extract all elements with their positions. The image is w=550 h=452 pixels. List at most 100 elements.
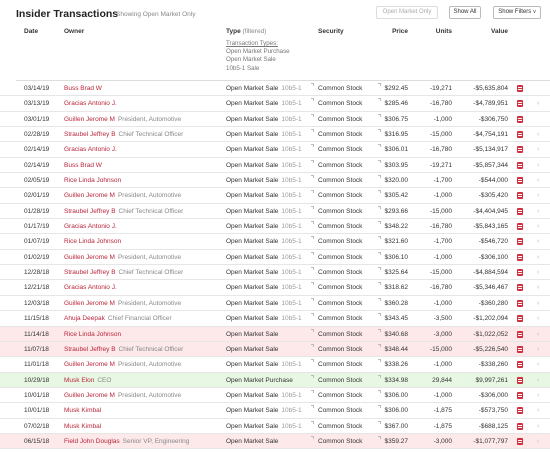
pdf-icon[interactable] bbox=[517, 146, 523, 154]
chevron-left-icon[interactable]: ‹ bbox=[537, 265, 539, 280]
owner-link[interactable]: Musk Kimbal bbox=[64, 407, 101, 414]
show-all-button[interactable]: Show All bbox=[449, 6, 481, 19]
chevron-left-icon[interactable]: ‹ bbox=[537, 234, 539, 249]
column-header-security[interactable]: Security bbox=[318, 28, 344, 35]
transaction-types-label[interactable]: Transaction Types: bbox=[226, 40, 290, 48]
table-row[interactable]: 11/14/18 Rice Linda Johnson Open Market Sa… bbox=[0, 326, 550, 342]
pdf-icon[interactable] bbox=[517, 345, 523, 353]
owner-link[interactable]: Guillen Jerome M bbox=[64, 116, 115, 123]
table-row[interactable]: 03/01/19 Guillen Jerome M President, Autom… bbox=[0, 112, 550, 128]
owner-link[interactable]: Buss Brad W bbox=[64, 162, 102, 169]
pdf-icon[interactable] bbox=[517, 315, 523, 323]
table-row[interactable]: 06/15/18 Field John Douglas Senior VP, Eng… bbox=[0, 433, 550, 450]
pdf-icon[interactable] bbox=[517, 85, 523, 92]
table-row[interactable]: 02/28/19 Straubel Jeffrey B Chief Technica… bbox=[0, 127, 550, 143]
owner-link[interactable]: Field John Douglas bbox=[64, 438, 120, 445]
table-row[interactable]: 10/01/18 Guillen Jerome M President, Autom… bbox=[0, 388, 550, 404]
chevron-left-icon[interactable]: ‹ bbox=[537, 434, 539, 449]
pdf-icon[interactable] bbox=[517, 284, 523, 292]
owner-link[interactable]: Guillen Jerome M bbox=[64, 392, 115, 399]
table-row[interactable]: 07/02/18 Musk Kimbal Open Market Sale 10b5-… bbox=[0, 419, 550, 434]
table-row[interactable]: 02/05/19 Rice Linda Johnson Open Market Sa… bbox=[0, 173, 550, 189]
chevron-left-icon[interactable]: ‹ bbox=[537, 388, 539, 403]
chevron-left-icon[interactable]: ‹ bbox=[537, 250, 539, 265]
chevron-left-icon[interactable]: ‹ bbox=[537, 188, 539, 203]
table-row[interactable]: 02/01/19 Guillen Jerome M President, Autom… bbox=[0, 188, 550, 204]
owner-link[interactable]: Guillen Jerome M bbox=[64, 254, 115, 261]
owner-link[interactable]: Rice Linda Johnson bbox=[64, 177, 121, 184]
pdf-icon[interactable] bbox=[517, 131, 523, 139]
chevron-left-icon[interactable]: ‹ bbox=[537, 280, 539, 295]
owner-link[interactable]: Straubel Jeffrey B bbox=[64, 269, 116, 276]
chevron-left-icon[interactable]: ‹ bbox=[537, 373, 539, 388]
table-row[interactable]: 01/17/19 Gracias Antonio J. Open Market Sa… bbox=[0, 219, 550, 235]
owner-link[interactable]: Gracias Antonio J. bbox=[64, 146, 117, 153]
pdf-icon[interactable] bbox=[517, 238, 523, 246]
pdf-icon[interactable] bbox=[517, 376, 523, 384]
chevron-left-icon[interactable]: ‹ bbox=[537, 327, 539, 342]
table-row[interactable]: 12/03/18 Guillen Jerome M President, Autom… bbox=[0, 296, 550, 312]
table-row[interactable]: 11/07/18 Straubel Jeffrey B Chief Technica… bbox=[0, 341, 550, 358]
pdf-icon[interactable] bbox=[517, 391, 523, 399]
pdf-icon[interactable] bbox=[517, 207, 523, 215]
column-header-units[interactable]: Units bbox=[436, 28, 452, 35]
chevron-left-icon[interactable]: ‹ bbox=[537, 403, 539, 418]
owner-link[interactable]: Rice Linda Johnson bbox=[64, 238, 121, 245]
owner-link[interactable]: Gracias Antonio J. bbox=[64, 223, 117, 230]
chevron-left-icon[interactable]: ‹ bbox=[537, 296, 539, 311]
owner-link[interactable]: Rice Linda Johnson bbox=[64, 331, 121, 338]
table-row[interactable]: 02/14/19 Buss Brad W Open Market Sale 10b5-… bbox=[0, 158, 550, 174]
table-row[interactable]: 03/14/19 Buss Brad W Open Market Sale 10b5-… bbox=[0, 81, 550, 97]
chevron-left-icon[interactable]: ‹ bbox=[537, 204, 539, 219]
table-row[interactable]: 02/14/19 Gracias Antonio J. Open Market Sa… bbox=[0, 142, 550, 158]
table-row[interactable]: 01/28/19 Straubel Jeffrey B Chief Technica… bbox=[0, 204, 550, 220]
owner-link[interactable]: Musk Elon bbox=[64, 377, 94, 384]
chevron-left-icon[interactable]: ‹ bbox=[537, 311, 539, 326]
chevron-left-icon[interactable]: ‹ bbox=[537, 357, 539, 372]
owner-link[interactable]: Gracias Antonio J. bbox=[64, 100, 117, 107]
pdf-icon[interactable] bbox=[517, 177, 523, 185]
open-market-only-button[interactable]: Open Market Only bbox=[376, 6, 438, 19]
table-row[interactable]: 10/29/18 Musk Elon CEO Open Market Purchase… bbox=[0, 372, 550, 388]
owner-link[interactable]: Straubel Jeffrey B bbox=[64, 131, 116, 138]
column-header-type[interactable]: Type (filtered) bbox=[226, 28, 266, 35]
chevron-left-icon[interactable]: ‹ bbox=[537, 127, 539, 142]
pdf-icon[interactable] bbox=[517, 253, 523, 261]
owner-link[interactable]: Ahuja Deepak bbox=[64, 315, 105, 322]
table-row[interactable]: 01/02/19 Guillen Jerome M President, Autom… bbox=[0, 250, 550, 266]
chevron-left-icon[interactable]: ‹ bbox=[537, 173, 539, 188]
table-row[interactable]: 10/01/18 Musk Kimbal Open Market Sale 10b5-… bbox=[0, 403, 550, 419]
pdf-icon[interactable] bbox=[517, 100, 523, 108]
chevron-left-icon[interactable]: ‹ bbox=[537, 342, 539, 357]
pdf-icon[interactable] bbox=[517, 422, 523, 430]
owner-link[interactable]: Guillen Jerome M bbox=[64, 300, 115, 307]
pdf-icon[interactable] bbox=[517, 299, 523, 307]
owner-link[interactable]: Guillen Jerome M bbox=[64, 361, 115, 368]
owner-link[interactable]: Straubel Jeffrey B bbox=[64, 208, 116, 215]
chevron-left-icon[interactable]: ‹ bbox=[537, 419, 539, 434]
table-row[interactable]: 03/13/19 Gracias Antonio J. Open Market Sa… bbox=[0, 96, 550, 112]
pdf-icon[interactable] bbox=[517, 223, 523, 231]
chevron-left-icon[interactable]: ‹ bbox=[537, 142, 539, 157]
owner-link[interactable]: Musk Kimbal bbox=[64, 423, 101, 430]
chevron-left-icon[interactable]: ‹ bbox=[537, 219, 539, 234]
chevron-left-icon[interactable]: ‹ bbox=[537, 96, 539, 111]
table-row[interactable]: 12/28/18 Straubel Jeffrey B Chief Technica… bbox=[0, 265, 550, 281]
pdf-icon[interactable] bbox=[517, 437, 523, 445]
pdf-icon[interactable] bbox=[517, 192, 523, 200]
column-header-date[interactable]: Date bbox=[24, 28, 38, 35]
pdf-icon[interactable] bbox=[517, 269, 523, 277]
table-row[interactable]: 12/21/18 Gracias Antonio J. Open Market Sa… bbox=[0, 280, 550, 296]
owner-link[interactable]: Straubel Jeffrey B bbox=[64, 346, 116, 353]
pdf-icon[interactable] bbox=[517, 361, 523, 369]
table-row[interactable]: 11/01/18 Guillen Jerome M President, Autom… bbox=[0, 357, 550, 373]
pdf-icon[interactable] bbox=[517, 330, 523, 338]
table-row[interactable]: 01/07/19 Rice Linda Johnson Open Market Sa… bbox=[0, 234, 550, 250]
owner-link[interactable]: Gracias Antonio J. bbox=[64, 284, 117, 291]
column-header-value[interactable]: Value bbox=[491, 28, 508, 35]
owner-link[interactable]: Guillen Jerome M bbox=[64, 192, 115, 199]
pdf-icon[interactable] bbox=[517, 115, 523, 123]
chevron-left-icon[interactable]: ‹ bbox=[537, 158, 539, 173]
column-header-owner[interactable]: Owner bbox=[64, 28, 84, 35]
pdf-icon[interactable] bbox=[517, 161, 523, 169]
